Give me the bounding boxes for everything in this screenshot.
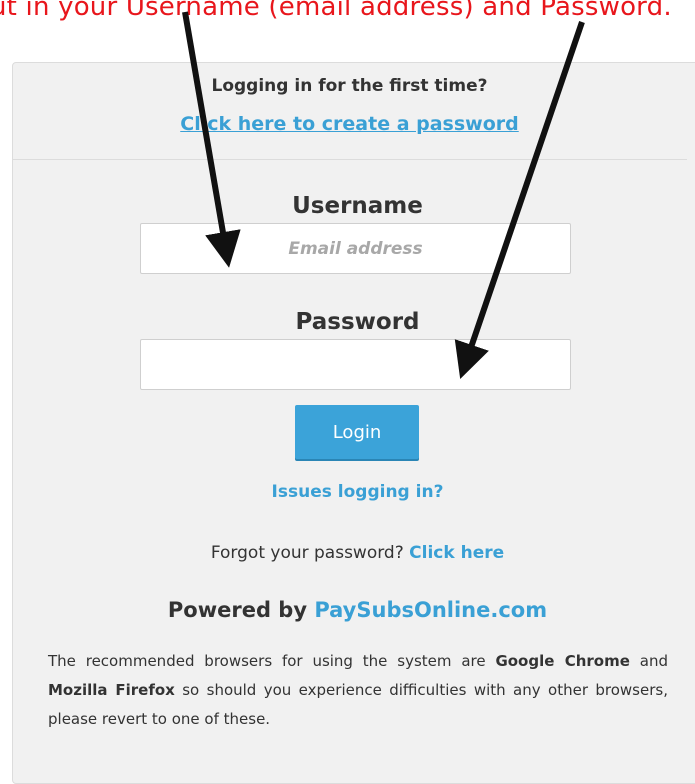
create-password-link[interactable]: Click here to create a password — [12, 113, 687, 135]
browser-chrome: Google Chrome — [495, 652, 630, 670]
password-label: Password — [295, 309, 420, 335]
username-input[interactable] — [140, 223, 571, 274]
login-button[interactable]: Login — [295, 405, 419, 459]
issues-logging-in-link[interactable]: Issues logging in? — [140, 482, 575, 502]
username-label: Username — [292, 193, 423, 219]
forgot-password-row: Forgot your password? Click here — [140, 543, 575, 563]
note-and: and — [639, 652, 668, 670]
forgot-password-text: Forgot your password? — [210, 543, 404, 563]
forgot-password-link[interactable]: Click here — [409, 543, 504, 563]
first-time-question: Logging in for the first time? — [211, 76, 488, 96]
note-part1: The recommended browsers for using the s… — [48, 652, 486, 670]
password-input[interactable] — [140, 339, 571, 390]
instruction-banner: ut in your Username (email address) and … — [0, 0, 695, 46]
first-time-section: Logging in for the first time? Click her… — [12, 62, 687, 160]
browser-firefox: Mozilla Firefox — [48, 681, 175, 699]
browser-recommendation: The recommended browsers for using the s… — [48, 647, 668, 734]
paysubsonline-link[interactable]: PaySubsOnline.com — [314, 598, 547, 622]
powered-by-prefix: Powered by — [167, 598, 308, 622]
instruction-text: ut in your Username (email address) and … — [0, 0, 672, 22]
powered-by: Powered by PaySubsOnline.com — [0, 598, 695, 622]
